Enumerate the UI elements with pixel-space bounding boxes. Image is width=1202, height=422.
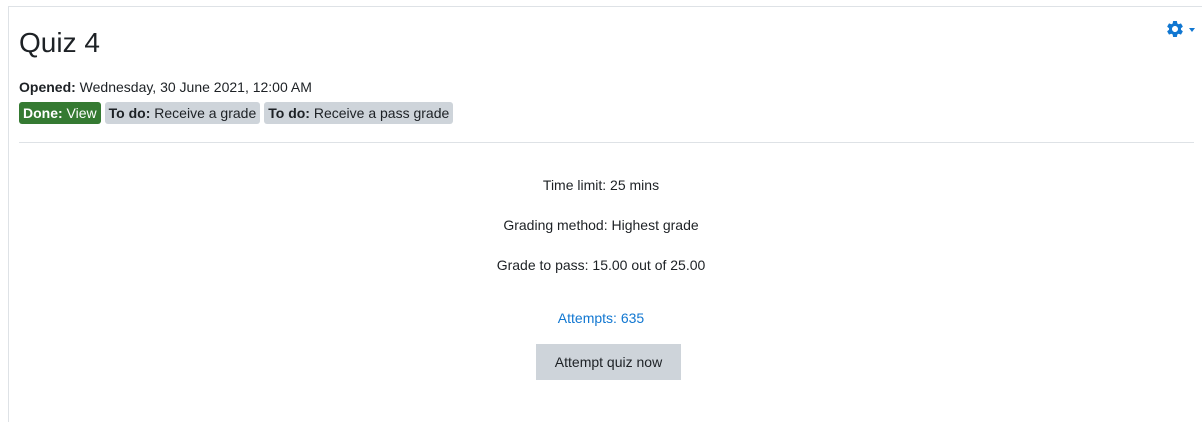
completion-text: Receive a grade xyxy=(150,105,257,121)
caret-down-icon xyxy=(1189,28,1195,32)
settings-menu-button[interactable] xyxy=(1165,19,1195,39)
completion-text: View xyxy=(62,105,97,121)
completion-state-label: To do: xyxy=(108,105,151,121)
header-divider xyxy=(19,142,1194,143)
attempts-link[interactable]: Attempts: 635 xyxy=(558,310,644,326)
completion-badge-receive-grade: To do: Receive a grade xyxy=(104,102,261,124)
gear-icon xyxy=(1165,19,1185,39)
completion-state-label: To do: xyxy=(268,105,310,121)
completion-text: Receive a pass grade xyxy=(309,105,450,121)
grading-method-text: Grading method: Highest grade xyxy=(503,217,699,233)
completion-requirements: Done: View To do: Receive a grade To do:… xyxy=(19,102,454,124)
opened-value: Wednesday, 30 June 2021, 12:00 AM xyxy=(75,79,312,95)
completion-badge-view: Done: View xyxy=(19,102,101,124)
time-limit-text: Time limit: 25 mins xyxy=(542,177,660,193)
completion-badge-receive-pass-grade: To do: Receive a pass grade xyxy=(264,102,454,124)
attempt-quiz-button[interactable]: Attempt quiz now xyxy=(536,344,681,380)
attempts-summary: Attempts: 635 xyxy=(0,309,1202,327)
opened-date: Opened: Wednesday, 30 June 2021, 12:00 A… xyxy=(19,78,312,96)
opened-label: Opened: xyxy=(19,79,76,95)
grade-to-pass-text: Grade to pass: 15.00 out of 25.00 xyxy=(496,257,706,273)
completion-state-label: Done: xyxy=(23,105,63,121)
page-title: Quiz 4 xyxy=(19,27,100,58)
